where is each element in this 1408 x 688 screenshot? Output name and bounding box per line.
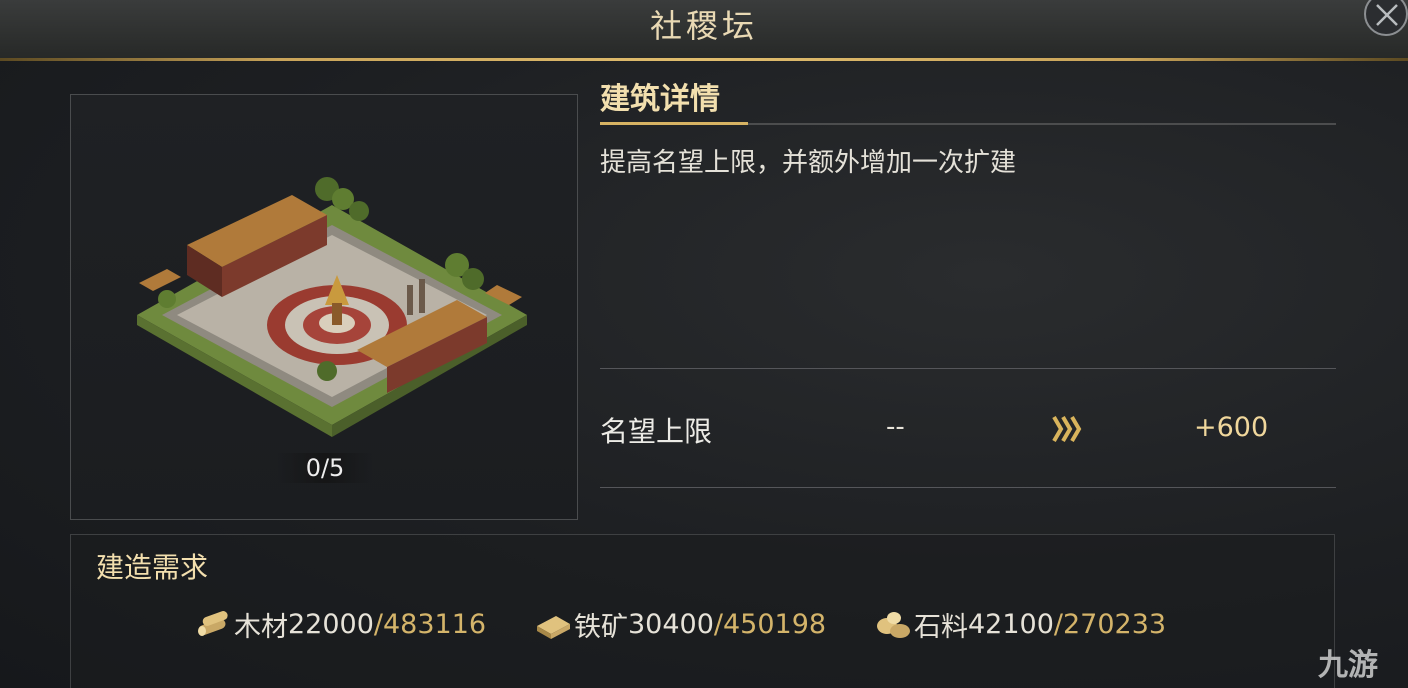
- requirement-stone: 石料 42100/270233: [874, 604, 1166, 644]
- wood-icon: [198, 611, 228, 636]
- resource-name: 铁矿: [574, 611, 628, 643]
- stat-row-bottom-divider: [600, 487, 1336, 488]
- triple-chevron-right-icon: [1052, 415, 1082, 443]
- resource-name: 石料: [914, 611, 968, 643]
- iron-ore-icon: [537, 616, 570, 639]
- resource-required: 22000: [288, 608, 374, 640]
- altar-building-image: [137, 177, 527, 437]
- detail-section-title: 建筑详情: [600, 82, 720, 117]
- stat-next-value: +600: [1194, 412, 1269, 443]
- building-level: 0/5: [277, 453, 373, 483]
- resource-required: 30400: [628, 608, 714, 640]
- requirement-wood: 木材 22000/483116: [194, 604, 486, 644]
- resource-owned: /270233: [1053, 608, 1167, 640]
- building-description: 提高名望上限，并额外增加一次扩建: [600, 148, 1017, 178]
- watermark-logo: 九游: [1318, 648, 1378, 683]
- resource-owned: /483116: [373, 608, 487, 640]
- close-icon: [1376, 4, 1398, 26]
- detail-divider-accent: [600, 122, 748, 125]
- requirements-title: 建造需求: [96, 551, 209, 584]
- stat-row-top-divider: [600, 368, 1336, 369]
- title-divider: [0, 58, 1408, 61]
- window-title: 社稷坛: [649, 7, 758, 45]
- stat-label: 名望上限: [600, 415, 713, 448]
- stat-current-value: --: [886, 412, 905, 442]
- resource-name: 木材: [234, 611, 288, 643]
- resource-owned: /450198: [713, 608, 827, 640]
- requirement-iron-ore: 铁矿 30400/450198: [534, 604, 826, 644]
- stone-icon: [877, 612, 910, 638]
- building-preview-panel: 0/5: [70, 94, 578, 520]
- resource-required: 42100: [968, 608, 1054, 640]
